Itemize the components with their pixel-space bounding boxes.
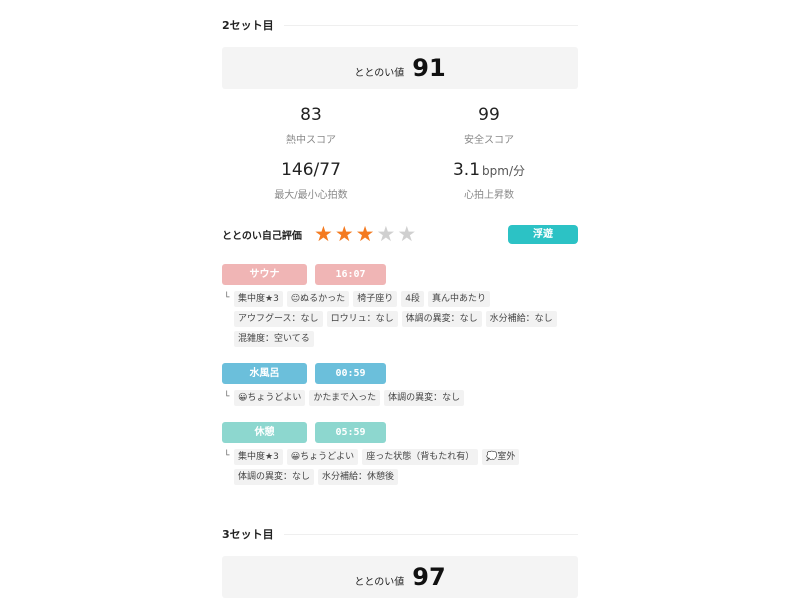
- tag: 椅子座り: [353, 291, 398, 307]
- stat-heart-rate-increase: 3.1 bpm/分 心拍上昇数: [400, 158, 578, 201]
- tag: 水分補給：なし: [485, 311, 557, 327]
- tag: 体調の異変：なし: [234, 469, 315, 485]
- tag: 真ん中あたり: [427, 291, 490, 307]
- stat-unit: bpm/分: [482, 164, 525, 178]
- tag: 😀ちょうどよい: [234, 390, 306, 406]
- self-rating-label: ととのい自己評価: [222, 230, 302, 242]
- set-3-header: 3セット目: [222, 524, 578, 544]
- activity-name-chip: 水風呂: [222, 363, 307, 384]
- tag: 4段: [401, 291, 424, 307]
- divider: [283, 533, 578, 535]
- totonoi-score-box: ととのい値 91: [222, 47, 578, 89]
- activity-name-chip: 休憩: [222, 422, 307, 443]
- tag: ロウリュ：なし: [326, 311, 398, 327]
- star-icon: ★: [376, 222, 396, 246]
- totonoi-value: 97: [412, 563, 446, 591]
- activity-time-chip: 00:59: [315, 363, 386, 384]
- star-icon: ★: [397, 222, 417, 246]
- star-icon: ★: [334, 222, 354, 246]
- stat-safety-score: 99 安全スコア: [400, 103, 578, 146]
- tag: 座った状態（背もたれ有）: [362, 449, 479, 465]
- self-rating-row: ととのい自己評価 ★ ★ ★ ★ ★ 浮遊: [222, 208, 578, 246]
- activity-cold-bath: 水風呂 00:59 😀ちょうどよい かたまで入った 体調の異変：なし: [222, 363, 578, 406]
- tag: アウフグース：なし: [234, 311, 323, 327]
- totonoi-label: ととのい値: [354, 67, 405, 79]
- tag: 💭室外: [482, 449, 520, 465]
- tag: かたまで入った: [309, 390, 381, 406]
- activity-rest: 休憩 05:59 集中度★3 😀ちょうどよい 座った状態（背もたれ有） 💭室外 …: [222, 422, 578, 485]
- activity-tags: 集中度★3 😐ぬるかった 椅子座り 4段 真ん中あたり アウフグース：なし ロウ…: [222, 291, 578, 347]
- stat-label: 心拍上昇数: [464, 190, 514, 201]
- stat-label: 最大/最小心拍数: [274, 190, 348, 201]
- stat-value: 83: [300, 105, 322, 125]
- activity-tags: 集中度★3 😀ちょうどよい 座った状態（背もたれ有） 💭室外 体調の異変：なし …: [222, 449, 578, 485]
- activity-name-chip: サウナ: [222, 264, 307, 285]
- activity-sauna: サウナ 16:07 集中度★3 😐ぬるかった 椅子座り 4段 真ん中あたり アウ…: [222, 264, 578, 347]
- tag: 水分補給：休憩後: [318, 469, 399, 485]
- tag: 体調の異変：なし: [401, 311, 482, 327]
- star-icon: ★: [314, 222, 333, 246]
- stat-heart-rate: 146/77 最大/最小心拍数: [222, 158, 400, 201]
- divider: [283, 24, 578, 26]
- totonoi-score-box: ととのい値 97: [222, 556, 578, 598]
- stat-heat-score: 83 熱中スコア: [222, 103, 400, 146]
- stat-label: 安全スコア: [464, 135, 514, 146]
- stat-value: 99: [478, 105, 500, 125]
- tag: 混雑度：空いてる: [234, 331, 314, 347]
- mood-badge: 浮遊: [508, 224, 578, 244]
- stat-value: 146/77: [281, 160, 341, 180]
- activity-time-chip: 05:59: [315, 422, 386, 443]
- tag: 体調の異変：なし: [384, 390, 465, 406]
- tag: 😐ぬるかった: [286, 291, 350, 307]
- tag: 集中度★3: [234, 291, 283, 307]
- set-title: 2セット目: [222, 19, 274, 32]
- set-2-header: 2セット目: [222, 15, 578, 35]
- star-icon: ★: [355, 222, 375, 246]
- stats-grid: 83 熱中スコア 99 安全スコア 146/77 最大/最小心拍数 3.1 bpm…: [222, 91, 578, 201]
- stat-label: 熱中スコア: [286, 135, 336, 146]
- tag: 集中度★3: [234, 449, 283, 465]
- totonoi-value: 91: [412, 54, 446, 82]
- totonoi-label: ととのい値: [354, 576, 405, 588]
- activity-time-chip: 16:07: [315, 264, 386, 285]
- tag: 😀ちょうどよい: [286, 449, 359, 465]
- activity-tags: 😀ちょうどよい かたまで入った 体調の異変：なし: [222, 390, 578, 406]
- stat-value: 3.1 bpm/分: [452, 160, 525, 180]
- activity-list: サウナ 16:07 集中度★3 😐ぬるかった 椅子座り 4段 真ん中あたり アウ…: [222, 244, 578, 485]
- set-title: 3セット目: [222, 528, 274, 541]
- star-rating: ★ ★ ★ ★ ★: [314, 223, 416, 245]
